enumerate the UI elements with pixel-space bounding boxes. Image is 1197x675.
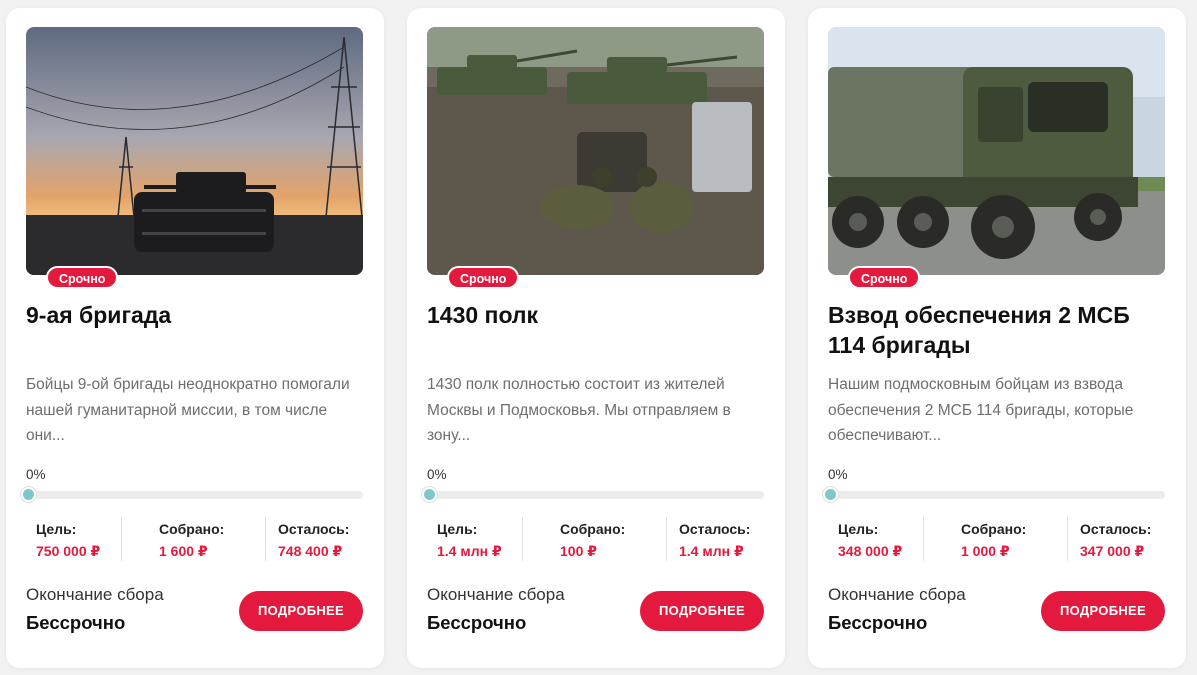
urgent-badge: Срочно xyxy=(848,266,921,289)
stat-divider xyxy=(121,517,122,561)
progress-percent: 0% xyxy=(26,467,46,482)
progress-bar xyxy=(828,491,1165,499)
card-description: Нашим подмосковным бойцам из взвода обес… xyxy=(828,376,1134,444)
stat-goal-value: 348 000 ₽ xyxy=(838,543,903,559)
urgent-badge: Срочно xyxy=(46,266,119,289)
card-photo[interactable] xyxy=(26,27,363,275)
stat-remaining-value: 748 400 ₽ xyxy=(278,543,343,559)
details-button[interactable]: ПОДРОБНЕЕ xyxy=(239,591,363,631)
stats-row: Цель: 750 000 ₽ Собрано: 1 600 ₽ Осталос… xyxy=(26,517,363,561)
fundraiser-cards-list: Срочно 9-ая бригада Бойцы 9-ой бригады н… xyxy=(6,8,1197,668)
stat-collected-label: Собрано: xyxy=(961,521,1027,537)
truck-photo-image xyxy=(828,27,1165,275)
fundraiser-card[interactable]: Срочно 1430 полк 1430 полк полностью сос… xyxy=(407,8,785,668)
stat-divider xyxy=(666,517,667,561)
card-title[interactable]: 9-ая бригада xyxy=(26,300,366,330)
stat-collected-value: 1 000 ₽ xyxy=(961,543,1010,559)
end-date-value: Бессрочно xyxy=(427,612,527,633)
stat-remaining-label: Осталось: xyxy=(278,521,350,537)
stat-remaining: Осталось: 347 000 ₽ xyxy=(1080,517,1151,561)
stat-goal: Цель: 750 000 ₽ xyxy=(36,517,100,561)
stat-collected: Собрано: 1 600 ₽ xyxy=(159,517,224,561)
stat-goal-label: Цель: xyxy=(838,521,879,537)
stat-goal-label: Цель: xyxy=(437,521,478,537)
card-photo[interactable] xyxy=(828,27,1165,275)
stat-collected: Собрано: 1 000 ₽ xyxy=(961,517,1026,561)
stat-remaining-label: Осталось: xyxy=(1080,521,1152,537)
stat-remaining-value: 347 000 ₽ xyxy=(1080,543,1145,559)
progress-bar xyxy=(427,491,764,499)
urgent-badge: Срочно xyxy=(447,266,520,289)
stat-collected-label: Собрано: xyxy=(159,521,225,537)
stat-goal-value: 1.4 млн ₽ xyxy=(437,543,502,559)
stat-remaining-value: 1.4 млн ₽ xyxy=(679,543,744,559)
end-date-value: Бессрочно xyxy=(828,612,928,633)
end-date-label: Окончание сбора xyxy=(427,585,565,604)
card-photo[interactable] xyxy=(427,27,764,275)
stat-divider xyxy=(1067,517,1068,561)
stat-divider xyxy=(923,517,924,561)
stat-goal-value: 750 000 ₽ xyxy=(36,543,101,559)
stats-row: Цель: 348 000 ₽ Собрано: 1 000 ₽ Осталос… xyxy=(828,517,1165,561)
stat-remaining: Осталось: 1.4 млн ₽ xyxy=(679,517,750,561)
progress-percent: 0% xyxy=(828,467,848,482)
details-button[interactable]: ПОДРОБНЕЕ xyxy=(1041,591,1165,631)
stat-collected-value: 100 ₽ xyxy=(560,543,597,559)
stat-collected: Собрано: 100 ₽ xyxy=(560,517,625,561)
tanks-photo-image xyxy=(427,27,764,275)
drone-photo-image xyxy=(26,27,363,275)
stat-goal-label: Цель: xyxy=(36,521,77,537)
end-date-label: Окончание сбора xyxy=(26,585,164,604)
card-title[interactable]: Взвод обеспечения 2 МСБ 114 бригады xyxy=(828,300,1168,360)
stat-collected-value: 1 600 ₽ xyxy=(159,543,208,559)
progress-knob xyxy=(823,487,838,502)
stats-row: Цель: 1.4 млн ₽ Собрано: 100 ₽ Осталось:… xyxy=(427,517,764,561)
fundraiser-card[interactable]: Срочно Взвод обеспечения 2 МСБ 114 брига… xyxy=(808,8,1186,668)
progress-bar xyxy=(26,491,363,499)
card-description: Бойцы 9-ой бригады неоднократно помогали… xyxy=(26,376,350,444)
stat-divider xyxy=(265,517,266,561)
fundraiser-card[interactable]: Срочно 9-ая бригада Бойцы 9-ой бригады н… xyxy=(6,8,384,668)
stat-collected-label: Собрано: xyxy=(560,521,626,537)
end-date-value: Бессрочно xyxy=(26,612,126,633)
stat-remaining-label: Осталось: xyxy=(679,521,751,537)
stat-goal: Цель: 348 000 ₽ xyxy=(838,517,902,561)
progress-percent: 0% xyxy=(427,467,447,482)
stat-goal: Цель: 1.4 млн ₽ xyxy=(437,517,502,561)
progress-knob xyxy=(422,487,437,502)
stat-remaining: Осталось: 748 400 ₽ xyxy=(278,517,349,561)
card-title[interactable]: 1430 полк xyxy=(427,300,767,330)
details-button[interactable]: ПОДРОБНЕЕ xyxy=(640,591,764,631)
end-date-label: Окончание сбора xyxy=(828,585,966,604)
card-description: 1430 полк полностью состоит из жителей М… xyxy=(427,376,731,444)
progress-knob xyxy=(21,487,36,502)
stat-divider xyxy=(522,517,523,561)
